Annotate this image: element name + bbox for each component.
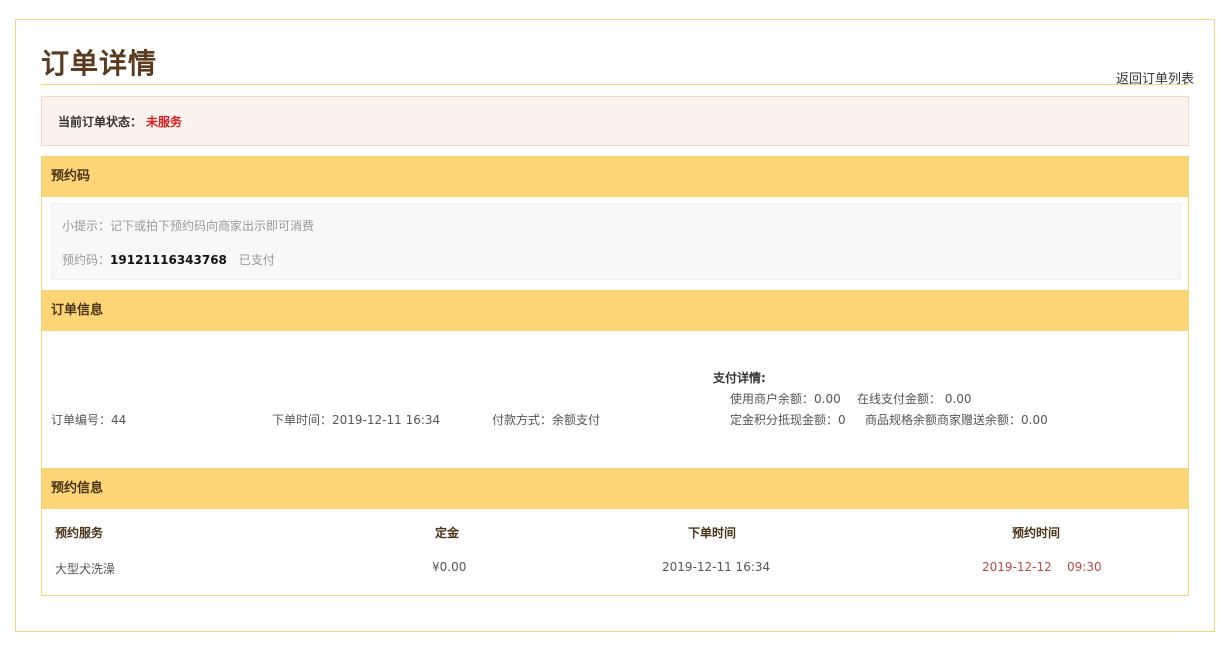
gift-balance-label: 商品规格余额商家赠送余额： [865, 413, 1022, 427]
reservation-code-value: 19121116343768 [110, 253, 227, 267]
merchant-balance-label: 使用商户余额： [730, 392, 815, 406]
online-payment: 在线支付金额： 0.00 [857, 390, 972, 407]
points-deduction-label: 定金积分抵现金额： [730, 413, 839, 427]
points-deduction: 定金积分抵现金额：0 [730, 411, 846, 428]
reservation-info-heading: 预约信息 [42, 469, 1188, 509]
status-label: 当前订单状态： [58, 115, 143, 129]
order-number: 订单编号：44 [51, 411, 126, 428]
order-number-label: 订单编号： [51, 413, 112, 427]
reservation-info-section: 预约信息 预约服务 定金 下单时间 预约时间 大型犬洗澡 ¥0.00 2019-… [41, 468, 1189, 596]
gift-balance: 商品规格余额商家赠送余额：0.00 [865, 411, 1048, 428]
order-number-value: 44 [111, 413, 127, 427]
reservation-code-row: 预约码：19121116343768 已支付 [62, 251, 275, 268]
online-payment-value: 0.00 [944, 392, 972, 406]
order-info-section: 订单信息 订单编号：44 下单时间：2019-12-11 16:34 付款方式：… [41, 290, 1189, 468]
payment-method: 付款方式：余额支付 [492, 411, 600, 428]
column-header-appointment-time: 预约时间 [1012, 526, 1061, 540]
page-title: 订单详情 [41, 47, 158, 80]
merchant-balance: 使用商户余额：0.00 [730, 390, 841, 407]
reservation-code-label: 预约码： [62, 253, 111, 267]
cell-appointment-time: 2019-12-12 09:30 [982, 560, 1102, 574]
online-payment-label: 在线支付金额： [857, 392, 942, 406]
column-header-service: 预约服务 [55, 526, 104, 540]
order-time-value: 2019-12-11 16:34 [332, 413, 441, 427]
reservation-code-heading: 预约码 [42, 157, 1188, 197]
column-header-deposit: 定金 [435, 526, 460, 540]
status-value: 未服务 [146, 115, 183, 129]
title-divider [41, 84, 1189, 85]
gift-balance-value: 0.00 [1021, 413, 1048, 427]
order-info-heading: 订单信息 [42, 291, 1188, 331]
appointment-date: 2019-12-12 [982, 560, 1052, 574]
reservation-code-section: 预约码 小提示：记下或拍下预约码向商家出示即可消费 预约码：1912111634… [41, 156, 1189, 290]
payment-method-value: 余额支付 [552, 413, 601, 427]
cell-deposit: ¥0.00 [432, 560, 467, 574]
order-time-label: 下单时间： [272, 413, 333, 427]
cell-service: 大型犬洗澡 [55, 562, 116, 576]
merchant-balance-value: 0.00 [814, 392, 841, 406]
order-status-box: 当前订单状态： 未服务 [41, 96, 1189, 146]
points-deduction-value: 0 [838, 413, 846, 427]
order-time: 下单时间：2019-12-11 16:34 [272, 411, 440, 428]
paid-status: 已支付 [238, 253, 275, 267]
hint-text: 小提示：记下或拍下预约码向商家出示即可消费 [62, 219, 315, 233]
payment-method-label: 付款方式： [492, 413, 553, 427]
cell-order-time: 2019-12-11 16:34 [662, 560, 771, 574]
appointment-hour: 09:30 [1067, 560, 1102, 574]
column-header-order-time: 下单时间 [688, 526, 737, 540]
payment-details-title: 支付详情: [713, 371, 766, 385]
hint-box: 小提示：记下或拍下预约码向商家出示即可消费 预约码：19121116343768… [51, 203, 1181, 280]
